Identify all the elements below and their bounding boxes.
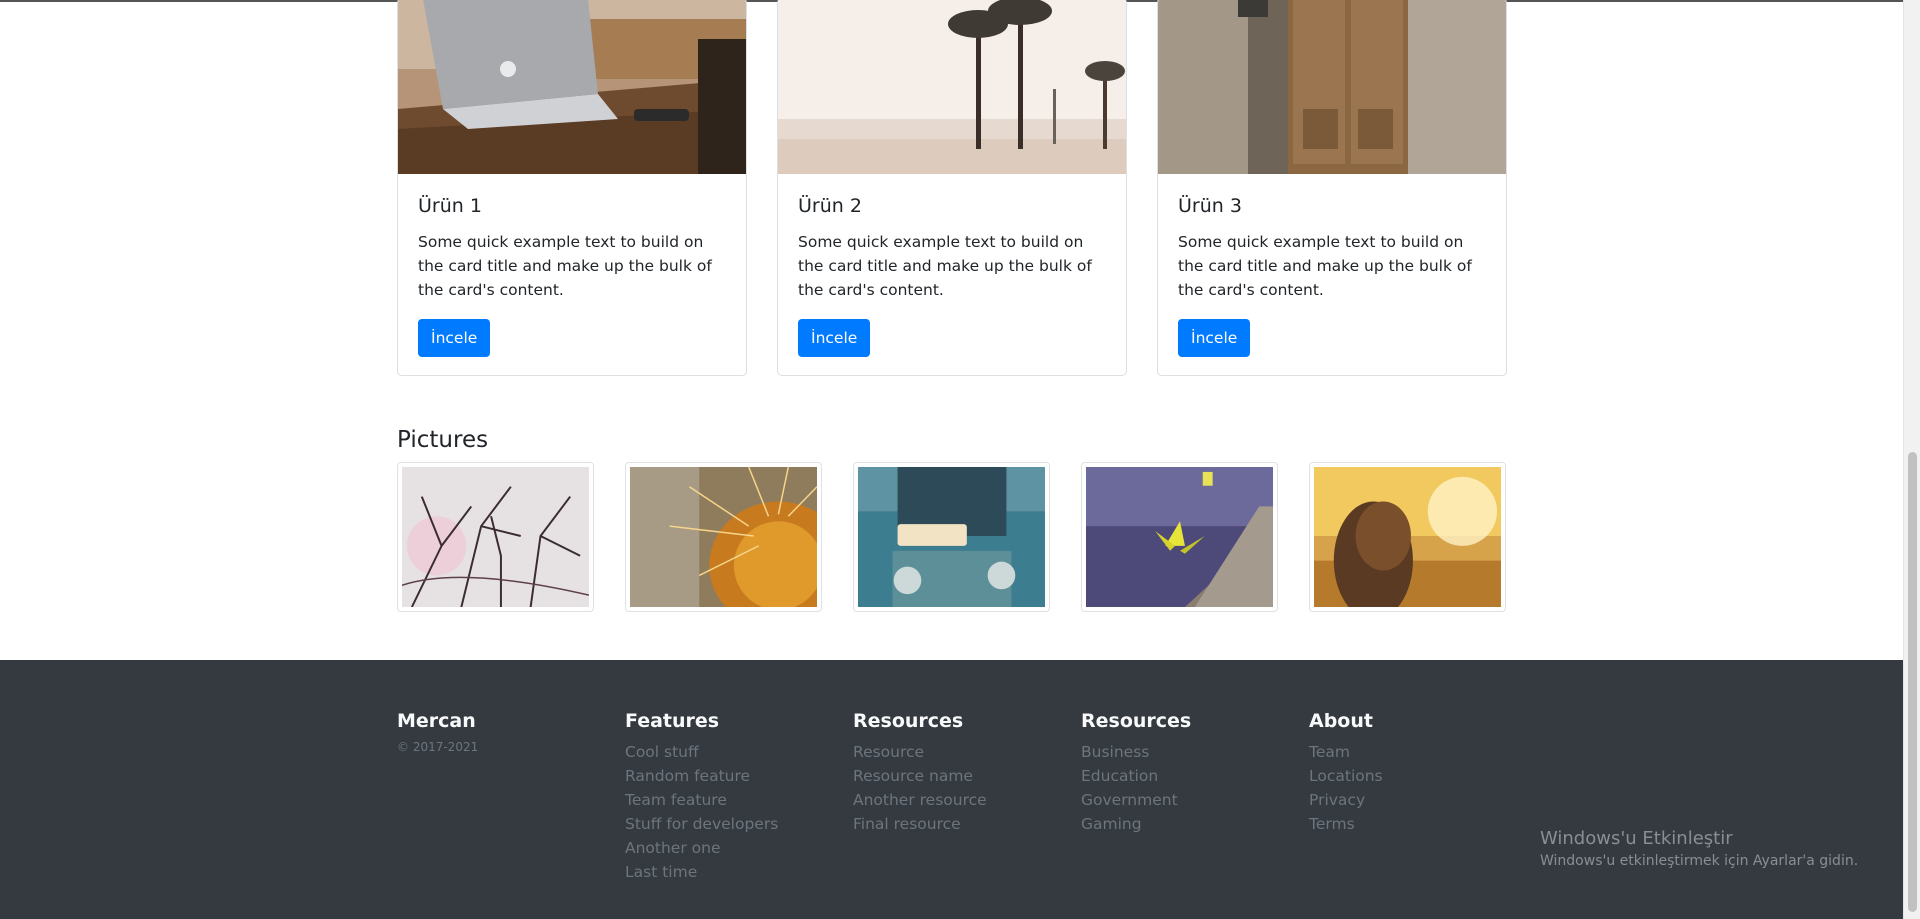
footer-link[interactable]: Last time xyxy=(625,860,778,884)
girl-sunset-image xyxy=(1314,467,1501,620)
picture-thumbnail-2[interactable] xyxy=(625,462,848,630)
card-title: Ürün 3 xyxy=(1178,195,1242,217)
footer-copyright: © 2017-2021 xyxy=(397,740,479,754)
sprout-image xyxy=(1086,467,1273,607)
footer-column-about: About Team Locations Privacy Terms xyxy=(1309,710,1383,836)
product-cards: Ürün 1 Some quick example text to build … xyxy=(397,0,1507,376)
footer-link[interactable]: Resource xyxy=(853,740,987,764)
picture-thumbnail-5[interactable] xyxy=(1309,462,1506,620)
card-title: Ürün 2 xyxy=(798,195,862,217)
vertical-scrollbar[interactable] xyxy=(1903,0,1920,919)
watermark-title: Windows'u Etkinleştir xyxy=(1540,828,1733,849)
footer-link[interactable]: Another resource xyxy=(853,788,987,812)
card-text: Some quick example text to build on the … xyxy=(418,233,712,299)
old-door-image xyxy=(1158,0,1506,174)
footer-link[interactable]: Resource name xyxy=(853,764,987,788)
footer-link[interactable]: Team feature xyxy=(625,788,778,812)
footer-link[interactable]: Gaming xyxy=(1081,812,1191,836)
picture-thumbnail-4[interactable] xyxy=(1081,462,1278,612)
footer-link[interactable]: Another one xyxy=(625,836,778,860)
footer-link[interactable]: Final resource xyxy=(853,812,987,836)
footer-brand-column: Mercan © 2017-2021 xyxy=(397,710,478,754)
footer-column-resources-2: Resources Business Education Government … xyxy=(1081,710,1191,836)
product-card-1: Ürün 1 Some quick example text to build … xyxy=(397,0,747,376)
cactus-image xyxy=(630,466,848,630)
footer-link[interactable]: Team xyxy=(1309,740,1383,764)
footer-column-heading: About xyxy=(1309,710,1373,732)
inspect-button[interactable]: İncele xyxy=(1178,319,1251,357)
pictures-heading: Pictures xyxy=(397,427,489,453)
inspect-button[interactable]: İncele xyxy=(418,319,491,357)
laptop-image xyxy=(398,0,746,174)
footer-column-heading: Resources xyxy=(853,710,964,732)
footer-column-resources: Resources Resource Resource name Another… xyxy=(853,710,987,836)
footer-link[interactable]: Government xyxy=(1081,788,1191,812)
footer-column-heading: Resources xyxy=(1081,710,1192,732)
windows-activation-watermark: Windows'u Etkinleştir Windows'u etkinleş… xyxy=(1540,828,1858,869)
scrollbar-thumb[interactable] xyxy=(1908,452,1917,912)
product-card-3: Ürün 3 Some quick example text to build … xyxy=(1157,0,1507,376)
inspect-button[interactable]: İncele xyxy=(798,319,871,357)
footer-link[interactable]: Privacy xyxy=(1309,788,1383,812)
footer-column-heading: Features xyxy=(625,710,720,732)
footer-link[interactable]: Business xyxy=(1081,740,1191,764)
footer-link[interactable]: Stuff for developers xyxy=(625,812,778,836)
footer-link[interactable]: Terms xyxy=(1309,812,1383,836)
picture-thumbnail-3[interactable] xyxy=(853,462,1050,612)
vehicle-plate-image xyxy=(858,467,1045,607)
card-text: Some quick example text to build on the … xyxy=(798,233,1092,299)
watermark-subtitle: Windows'u etkinleştirmek için Ayarlar'a … xyxy=(1540,853,1859,869)
card-title: Ürün 1 xyxy=(418,195,482,217)
footer-brand: Mercan xyxy=(397,710,476,732)
palm-beach-image xyxy=(778,0,1126,174)
footer-link[interactable]: Locations xyxy=(1309,764,1383,788)
branches-image xyxy=(401,467,590,608)
footer-link[interactable]: Cool stuff xyxy=(625,740,778,764)
footer-link[interactable]: Random feature xyxy=(625,764,778,788)
picture-thumbnail-1[interactable] xyxy=(397,462,594,612)
footer: Mercan © 2017-2021 Features Cool stuff R… xyxy=(0,660,1903,919)
footer-column-features: Features Cool stuff Random feature Team … xyxy=(625,710,778,884)
product-card-2: Ürün 2 Some quick example text to build … xyxy=(777,0,1127,376)
card-text: Some quick example text to build on the … xyxy=(1178,233,1472,299)
footer-link[interactable]: Education xyxy=(1081,764,1191,788)
